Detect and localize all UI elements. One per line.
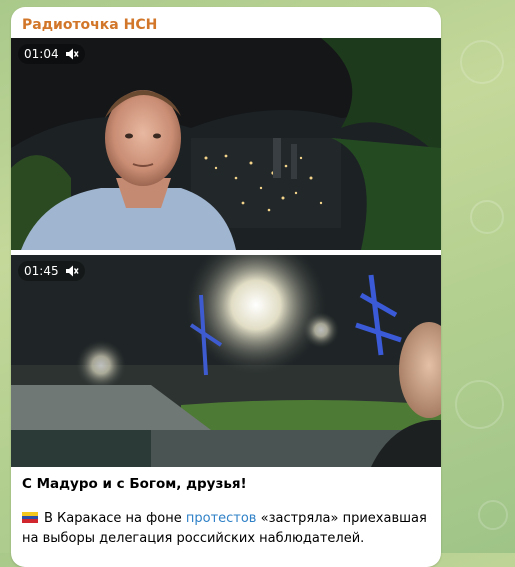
background-doodle — [478, 500, 508, 530]
video-player-2[interactable]: 01:45 — [11, 255, 441, 467]
muted-speaker-icon[interactable] — [65, 47, 79, 61]
video-time: 01:04 — [24, 47, 59, 61]
protests-link[interactable]: протестов — [186, 511, 257, 526]
video-thumbnail-city-night — [11, 38, 441, 250]
channel-name[interactable]: Радиоточка НСН — [22, 17, 157, 33]
video-thumbnail-plaza-night — [11, 255, 441, 467]
message-title: С Мадуро и с Богом, друзья! — [22, 476, 247, 492]
message-text-part: В Каракасе на фоне — [44, 511, 186, 526]
video-time: 01:45 — [24, 264, 59, 278]
message-text: В Каракасе на фоне протестов «застряла» … — [22, 509, 427, 549]
background-doodle — [470, 200, 504, 234]
video-player-1[interactable]: 01:04 — [11, 38, 441, 250]
video-duration-badge: 01:45 — [18, 261, 85, 281]
background-doodle — [455, 380, 504, 429]
muted-speaker-icon[interactable] — [65, 264, 79, 278]
venezuela-flag-icon — [22, 512, 38, 523]
message-bubble: Радиоточка НСН 01:04 01:45 С Мадуро и с … — [11, 7, 441, 567]
video-duration-badge: 01:04 — [18, 44, 85, 64]
background-doodle — [460, 40, 504, 84]
